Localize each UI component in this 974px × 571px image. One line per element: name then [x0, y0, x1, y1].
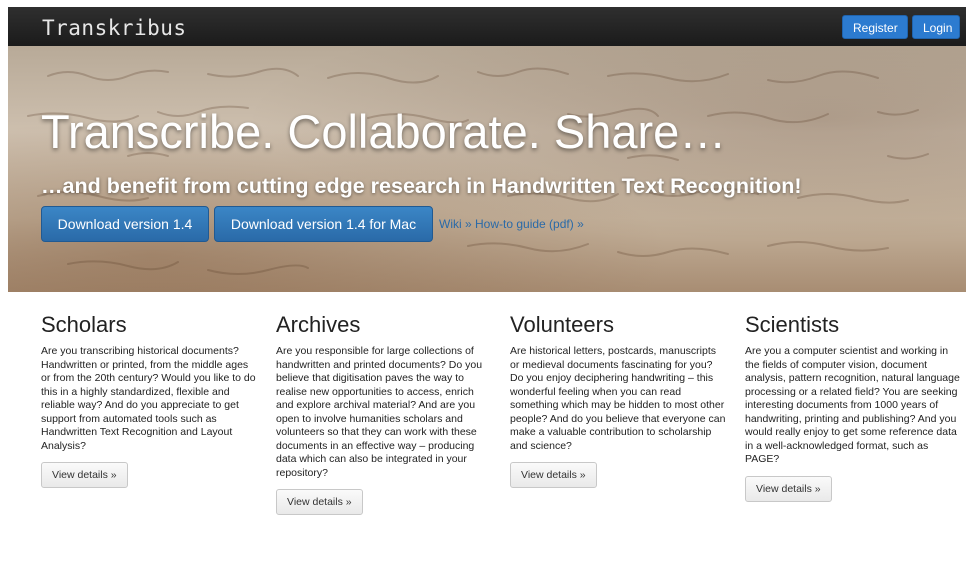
register-button[interactable]: Register — [842, 15, 908, 39]
top-strip — [0, 0, 974, 7]
wiki-link[interactable]: Wiki » — [439, 217, 472, 231]
column-title: Scientists — [745, 312, 840, 337]
column-archives: Archives Are you responsible for large c… — [276, 312, 494, 515]
manuscript-background-image — [27, 67, 929, 275]
view-details-button[interactable]: View details » — [41, 462, 128, 488]
hero-banner: Transcribe. Collaborate. Share… …and ben… — [8, 46, 966, 292]
view-details-button[interactable]: View details » — [276, 489, 363, 515]
hero-title: Transcribe. Collaborate. Share… — [41, 105, 727, 158]
view-details-button[interactable]: View details » — [510, 462, 597, 488]
download-button[interactable]: Download version 1.4 — [41, 206, 209, 242]
hero-links: Wiki » How-to guide (pdf) » — [439, 217, 584, 231]
column-title: Archives — [276, 312, 361, 337]
view-details-button[interactable]: View details » — [745, 475, 832, 502]
column-text: Are you a computer scientist and working… — [745, 345, 960, 465]
column-title: Scholars — [41, 312, 127, 337]
column-title: Volunteers — [510, 312, 614, 337]
download-mac-button[interactable]: Download version 1.4 for Mac — [214, 206, 433, 242]
column-text: Are historical letters, postcards, manus… — [510, 345, 726, 452]
howto-guide-link[interactable]: How-to guide (pdf) » — [475, 217, 584, 231]
column-volunteers: Volunteers Are historical letters, postc… — [510, 312, 728, 488]
brand-logo[interactable]: Transkribus — [42, 16, 187, 40]
column-scholars: Scholars Are you transcribing historical… — [41, 312, 259, 488]
navbar: Transkribus Register Login — [8, 7, 966, 46]
column-text: Are you transcribing historical document… — [41, 345, 256, 452]
column-text: Are you responsible for large collection… — [276, 345, 483, 479]
column-scientists: Scientists Are you a computer scientist … — [745, 312, 963, 502]
login-button[interactable]: Login — [912, 15, 960, 39]
hero-subtitle: …and benefit from cutting edge research … — [41, 174, 802, 198]
